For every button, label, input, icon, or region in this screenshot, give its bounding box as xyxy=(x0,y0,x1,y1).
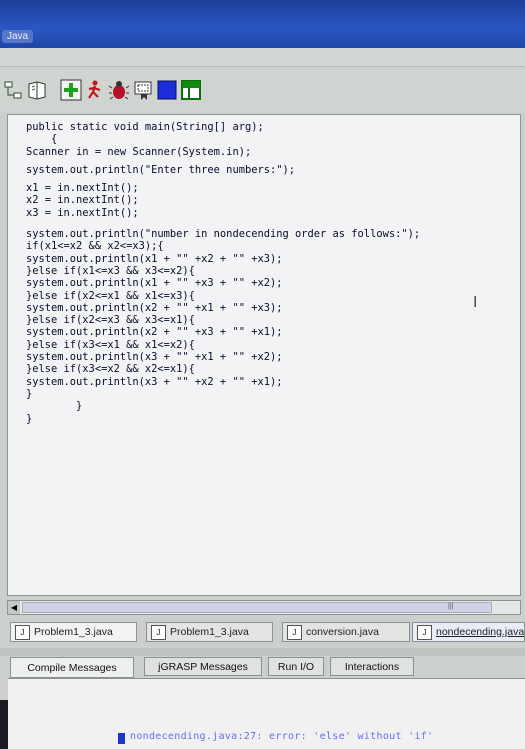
tab-interactions[interactable]: Interactions xyxy=(330,657,414,676)
message-tabs: Compile Messages jGRASP Messages Run I/O… xyxy=(8,657,525,679)
code-line[interactable]: system.out.println(x3 + "" +x1 + "" +x2)… xyxy=(26,351,420,363)
code-line[interactable]: } xyxy=(26,413,420,425)
tab-jgrasp-messages[interactable]: jGRASP Messages xyxy=(144,657,262,676)
file-tab-nondecending[interactable]: J nondecending.java xyxy=(412,622,525,642)
code-line[interactable]: if(x1<=x2 && x2<=x3);{ xyxy=(26,240,420,252)
java-file-icon: J xyxy=(15,624,30,640)
source-code[interactable]: public static void main(String[] arg); {… xyxy=(26,121,420,425)
text-cursor-icon: I xyxy=(473,293,478,311)
code-line[interactable]: }else if(x2<=x3 && x3<=x1){ xyxy=(26,314,420,326)
file-tab-problem1-3-a[interactable]: J Problem1_3.java xyxy=(10,622,137,642)
code-line[interactable]: Scanner in = new Scanner(System.in); xyxy=(26,146,420,158)
browse-icon[interactable] xyxy=(26,78,48,102)
toolbar xyxy=(0,70,525,112)
tab-compile-messages[interactable]: Compile Messages xyxy=(10,657,134,678)
scroll-left-icon[interactable]: ◀ xyxy=(8,601,20,614)
menu-bar xyxy=(0,48,525,67)
code-line[interactable]: }else if(x3<=x1 && x1<=x2){ xyxy=(26,339,420,351)
code-line[interactable]: system.out.println(x2 + "" +x3 + "" +x1)… xyxy=(26,326,420,338)
horizontal-scrollbar[interactable]: ◀ ||| xyxy=(7,600,521,615)
code-line[interactable]: system.out.println(x2 + "" +x1 + "" +x3)… xyxy=(26,302,420,314)
tab-run-io[interactable]: Run I/O xyxy=(268,657,324,676)
code-line[interactable]: } xyxy=(26,388,420,400)
code-line[interactable]: { xyxy=(26,133,420,145)
title-bar: Java xyxy=(0,0,525,48)
code-line[interactable]: }else if(x2<=x1 && x1<=x3){ xyxy=(26,290,420,302)
uml-icon[interactable] xyxy=(2,78,24,102)
java-file-icon: J xyxy=(417,624,432,640)
error-message[interactable]: nondecending.java:27: error: 'else' with… xyxy=(130,731,433,742)
code-line[interactable]: }else if(x1<=x3 && x3<=x2){ xyxy=(26,265,420,277)
message-marker-icon xyxy=(118,733,125,744)
blue-square-icon[interactable] xyxy=(156,78,178,102)
code-line[interactable]: x3 = in.nextInt(); xyxy=(26,207,420,219)
add-icon[interactable] xyxy=(60,78,82,102)
jgrasp-window: public static void main(String[] arg); {… xyxy=(0,48,525,749)
code-line[interactable]: x1 = in.nextInt(); xyxy=(26,182,420,194)
code-line[interactable]: system.out.println("Enter three numbers:… xyxy=(26,164,420,176)
scroll-thumb[interactable] xyxy=(22,602,492,613)
code-editor[interactable]: public static void main(String[] arg); {… xyxy=(7,114,521,596)
run-icon[interactable] xyxy=(84,78,106,102)
debug-icon[interactable] xyxy=(108,78,130,102)
file-tab-conversion[interactable]: J conversion.java xyxy=(282,622,410,642)
scroll-grip-icon: ||| xyxy=(448,603,454,610)
code-line[interactable]: system.out.println(x1 + "" +x3 + "" +x2)… xyxy=(26,277,420,289)
window-title: Java xyxy=(2,30,34,43)
code-line[interactable]: x2 = in.nextInt(); xyxy=(26,194,420,206)
code-line[interactable]: system.out.println(x3 + "" +x2 + "" +x1)… xyxy=(26,376,420,388)
panel-divider[interactable] xyxy=(0,648,525,656)
file-tab-problem1-3-b[interactable]: J Problem1_3.java xyxy=(146,622,273,642)
java-file-icon: J xyxy=(287,624,302,640)
code-line[interactable]: system.out.println(x1 + "" +x2 + "" +x3)… xyxy=(26,253,420,265)
file-tabs: J Problem1_3.java J Problem1_3.java J co… xyxy=(8,622,525,644)
green-split-icon[interactable] xyxy=(180,78,202,102)
code-line[interactable]: public static void main(String[] arg); xyxy=(26,121,420,133)
code-line[interactable]: }else if(x3<=x2 && x2<=x1){ xyxy=(26,363,420,375)
java-file-icon: J xyxy=(151,624,166,640)
code-line[interactable] xyxy=(26,219,420,228)
compile-messages-panel[interactable]: nondecending.java:27: error: 'else' with… xyxy=(8,678,525,749)
code-line[interactable]: system.out.println("number in nondecendi… xyxy=(26,228,420,240)
code-line[interactable]: } xyxy=(26,400,420,412)
bookmark-icon[interactable] xyxy=(132,78,154,102)
